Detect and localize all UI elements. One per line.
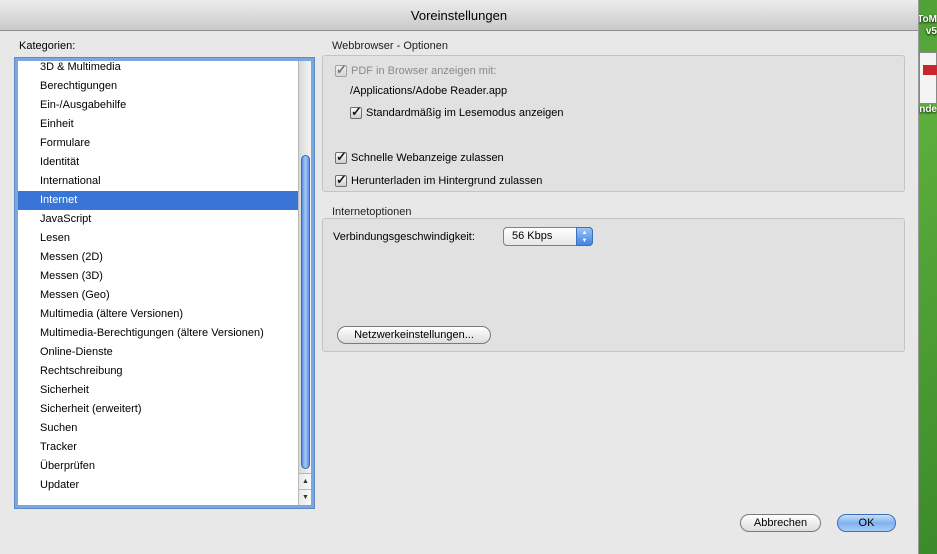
category-item[interactable]: Tracker	[18, 438, 301, 457]
checkbox-box	[335, 62, 347, 78]
category-item[interactable]: Identität	[18, 153, 301, 172]
app-path: /Applications/Adobe Reader.app	[350, 85, 508, 97]
category-item[interactable]: Sicherheit	[18, 381, 301, 400]
category-item[interactable]: Formulare	[18, 134, 301, 153]
desktop-text-mid: v5	[925, 26, 937, 37]
pdf-in-browser-checkbox: PDF in Browser anzeigen mit:	[335, 62, 497, 78]
category-item[interactable]: Einheit	[18, 115, 301, 134]
category-item[interactable]: Internet	[18, 191, 301, 210]
category-item[interactable]: Multimedia (ältere Versionen)	[18, 305, 301, 324]
categories-items: 3D & Multimedia Berechtigungen Ein-/Ausgab…	[18, 61, 301, 495]
pdf-in-browser-label: PDF in Browser anzeigen mit:	[351, 65, 497, 77]
categories-list[interactable]: 3D & Multimedia Berechtigungen Ein-/Ausgab…	[15, 58, 314, 508]
fast-web-view-label: Schnelle Webanzeige zulassen	[351, 152, 504, 164]
category-item[interactable]: Berechtigungen	[18, 77, 301, 96]
scroll-thumb[interactable]	[301, 155, 310, 469]
categories-label: Kategorien:	[19, 40, 76, 52]
category-item[interactable]: Multimedia-Berechtigungen (ältere Versio…	[18, 324, 301, 343]
category-item[interactable]: Lesen	[18, 229, 301, 248]
read-mode-label: Standardmäßig im Lesemodus anzeigen	[366, 107, 564, 119]
category-item[interactable]: Überprüfen	[18, 457, 301, 476]
category-item[interactable]: Online-Dienste	[18, 343, 301, 362]
category-item[interactable]: Rechtschreibung	[18, 362, 301, 381]
category-item[interactable]: 3D & Multimedia	[18, 61, 301, 77]
checkbox-box[interactable]	[350, 104, 362, 120]
desktop-text-top: ToM	[917, 14, 937, 25]
select-arrows-icon: ▲ ▼	[576, 227, 593, 246]
speed-select[interactable]: 56 Kbps ▲ ▼	[503, 227, 593, 246]
category-item[interactable]: Messen (3D)	[18, 267, 301, 286]
category-item[interactable]: Messen (2D)	[18, 248, 301, 267]
scroll-up-arrow-icon[interactable]: ▲	[299, 473, 311, 489]
category-item[interactable]: Updater	[18, 476, 301, 495]
speed-select-value: 56 Kbps	[512, 230, 553, 242]
checkbox-box[interactable]	[335, 172, 347, 188]
desktop-text-low: nde	[919, 104, 937, 115]
scroll-down-arrow-icon[interactable]: ▼	[299, 489, 311, 505]
category-item[interactable]: International	[18, 172, 301, 191]
category-item[interactable]: Messen (Geo)	[18, 286, 301, 305]
category-item[interactable]: Suchen	[18, 419, 301, 438]
network-settings-button[interactable]: Netzwerkeinstellungen...	[337, 326, 491, 344]
ok-button[interactable]: OK	[837, 514, 896, 532]
background-download-label: Herunterladen im Hintergrund zulassen	[351, 175, 543, 187]
webbrowser-section-title: Webbrowser - Optionen	[332, 40, 448, 52]
list-scrollbar[interactable]: ▲ ▼	[298, 61, 311, 505]
category-item[interactable]: JavaScript	[18, 210, 301, 229]
desktop-file-icon[interactable]	[919, 52, 937, 104]
background-download-checkbox[interactable]: Herunterladen im Hintergrund zulassen	[335, 172, 543, 188]
internet-options-title: Internetoptionen	[332, 206, 412, 218]
category-item[interactable]: Ein-/Ausgabehilfe	[18, 96, 301, 115]
checkbox-box[interactable]	[335, 149, 347, 165]
window-title: Voreinstellungen	[0, 0, 918, 31]
cancel-button[interactable]: Abbrechen	[740, 514, 821, 532]
speed-label: Verbindungsgeschwindigkeit:	[333, 231, 475, 243]
preferences-dialog: Voreinstellungen Kategorien: 3D & Multim…	[0, 0, 919, 554]
fast-web-view-checkbox[interactable]: Schnelle Webanzeige zulassen	[335, 149, 504, 165]
read-mode-checkbox[interactable]: Standardmäßig im Lesemodus anzeigen	[350, 104, 564, 120]
category-item[interactable]: Sicherheit (erweitert)	[18, 400, 301, 419]
